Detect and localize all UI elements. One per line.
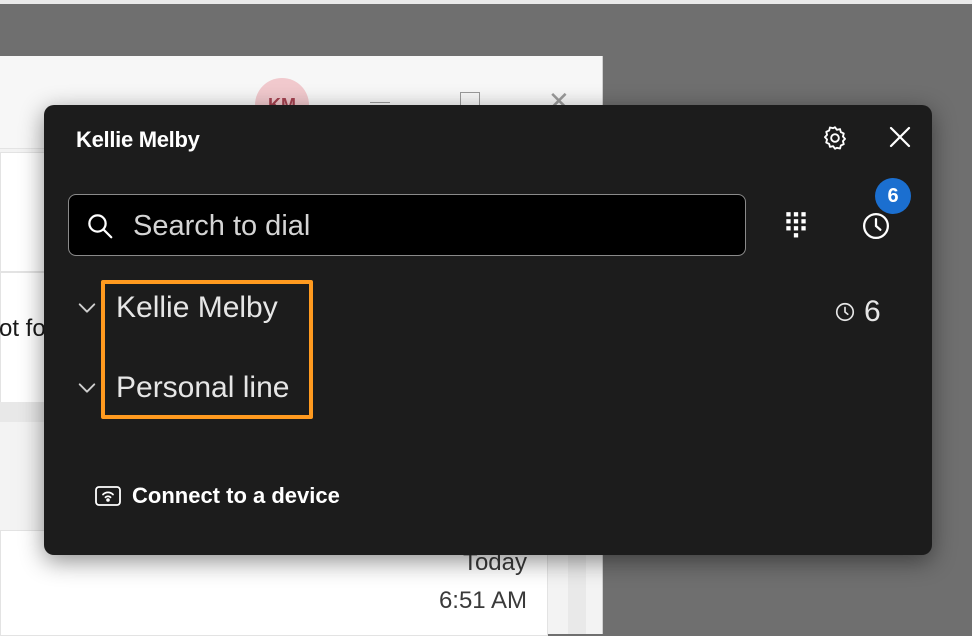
dialpad-button[interactable] (779, 209, 813, 243)
dialpad-icon (783, 210, 809, 243)
device-icon (94, 485, 122, 507)
desktop-background (0, 0, 972, 4)
search-icon (85, 211, 115, 241)
line-label: Kellie Melby (116, 291, 278, 324)
chevron-down-icon[interactable] (76, 297, 98, 319)
line-item-kellie-melby[interactable]: Kellie Melby (76, 291, 278, 325)
search-box[interactable] (68, 194, 746, 257)
line-item-personal-line[interactable]: Personal line (76, 371, 289, 405)
panel-title: Kellie Melby (76, 127, 200, 152)
minimize-icon[interactable] (370, 102, 390, 103)
search-input[interactable] (131, 195, 735, 257)
dialer-panel: Kellie Melby Search to dial 6 Kellie Mel… (44, 105, 932, 555)
close-button[interactable] (882, 121, 918, 157)
history-badge: 6 (875, 178, 911, 214)
recent-calls-number: 6 (864, 295, 881, 328)
call-history-button[interactable] (857, 209, 895, 247)
close-icon (888, 125, 912, 154)
gear-icon (821, 124, 849, 157)
chevron-down-icon[interactable] (76, 377, 98, 399)
settings-button[interactable] (818, 123, 852, 157)
line-label: Personal line (116, 371, 290, 404)
clock-icon (834, 301, 856, 323)
timestamp-time: 6:51 AM (438, 587, 527, 614)
background-message-text: ot fo (0, 315, 46, 342)
recent-calls-count[interactable]: 6 (834, 295, 881, 329)
clock-icon (861, 211, 891, 246)
connect-device-label: Connect to a device (132, 483, 340, 508)
connect-device-link[interactable]: Connect to a device (94, 483, 340, 509)
